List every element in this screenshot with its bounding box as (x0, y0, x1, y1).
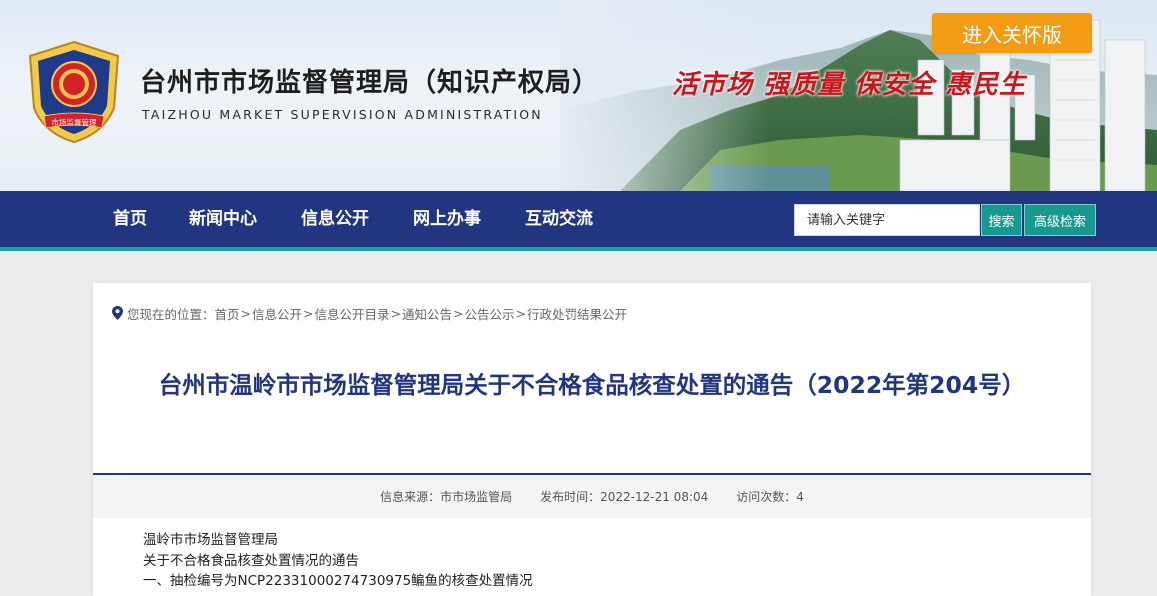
nav-accent-bar (0, 247, 1157, 251)
site-subtitle: TAIZHOU MARKET SUPERVISION ADMINISTRATIO… (142, 107, 543, 122)
nav-item-news[interactable]: 新闻中心 (189, 191, 257, 247)
nav-item-interaction[interactable]: 互动交流 (525, 191, 593, 247)
meta-source-label: 信息来源： (380, 490, 441, 504)
article-body: 温岭市市场监督管理局 关于不合格食品核查处置情况的通告 一、抽检编号为NCP22… (143, 530, 1043, 592)
emblem-logo: 市场监督管理 (28, 40, 120, 144)
meta-source-value: 市市场监管局 (440, 490, 513, 504)
article-meta: 信息来源：市市场监管局 发布时间：2022-12-21 08:04 访问次数：4 (93, 475, 1091, 518)
breadcrumb-prefix: 您现在的位置： (127, 306, 215, 322)
breadcrumb-item-info-catalog[interactable]: 信息公开目录 (315, 304, 390, 323)
advanced-search-button[interactable]: 高级检索 (1024, 204, 1096, 236)
breadcrumb-separator: > (515, 305, 527, 321)
breadcrumb-separator: > (453, 305, 464, 321)
location-pin-icon (112, 306, 123, 320)
search-input[interactable] (794, 204, 980, 236)
breadcrumb-separator: > (240, 305, 252, 321)
meta-view-count: 访问次数：4 (736, 488, 804, 505)
meta-time-label: 发布时间： (540, 490, 601, 504)
breadcrumb-separator: > (390, 305, 402, 321)
breadcrumb-item-penalty-results[interactable]: 行政处罚结果公开 (527, 304, 627, 323)
nav-item-online-services[interactable]: 网上办事 (413, 191, 481, 247)
header-banner: 市场监督管理 台州市市场监督管理局（知识产权局） TAIZHOU MARKET … (0, 0, 1157, 191)
article-paragraph: 一、抽检编号为NCP22331000274730975鳊鱼的核查处置情况 (143, 573, 533, 589)
breadcrumb-item-announcements[interactable]: 公告公示 (465, 304, 515, 323)
slogan: 活市场 强质量 保安全 惠民生 (672, 70, 1027, 100)
site-title: 台州市市场监督管理局（知识产权局） (140, 68, 600, 98)
breadcrumb-item-info-disclosure[interactable]: 信息公开 (252, 304, 302, 323)
meta-time-value: 2022-12-21 08:04 (600, 490, 709, 504)
breadcrumb-item-home[interactable]: 首页 (215, 304, 240, 323)
svg-text:市场监督管理: 市场监督管理 (52, 117, 97, 127)
nav-item-info-disclosure[interactable]: 信息公开 (301, 191, 369, 247)
nav-item-home[interactable]: 首页 (113, 191, 147, 247)
search-button[interactable]: 搜索 (981, 204, 1022, 236)
meta-views-label: 访问次数： (736, 490, 797, 504)
meta-source: 信息来源：市市场监管局 (380, 488, 512, 505)
article-title: 台州市温岭市市场监督管理局关于不合格食品核查处置的通告（2022年第204号） (158, 371, 1026, 399)
article-paragraph: 温岭市市场监督管理局 (143, 532, 278, 548)
breadcrumb: 您现在的位置： 首页 > 信息公开 > 信息公开目录 > 通知公告 > 公告公示 > 行政… (112, 303, 627, 323)
meta-views-value: 4 (796, 490, 804, 504)
article-paragraph: 关于不合格食品核查处置情况的通告 (143, 552, 359, 569)
care-mode-button[interactable]: 进入关怀版 (932, 13, 1092, 53)
breadcrumb-separator: > (303, 305, 314, 321)
meta-publish-time: 发布时间：2022-12-21 08:04 (540, 488, 708, 505)
breadcrumb-item-notices[interactable]: 通知公告 (402, 304, 452, 323)
